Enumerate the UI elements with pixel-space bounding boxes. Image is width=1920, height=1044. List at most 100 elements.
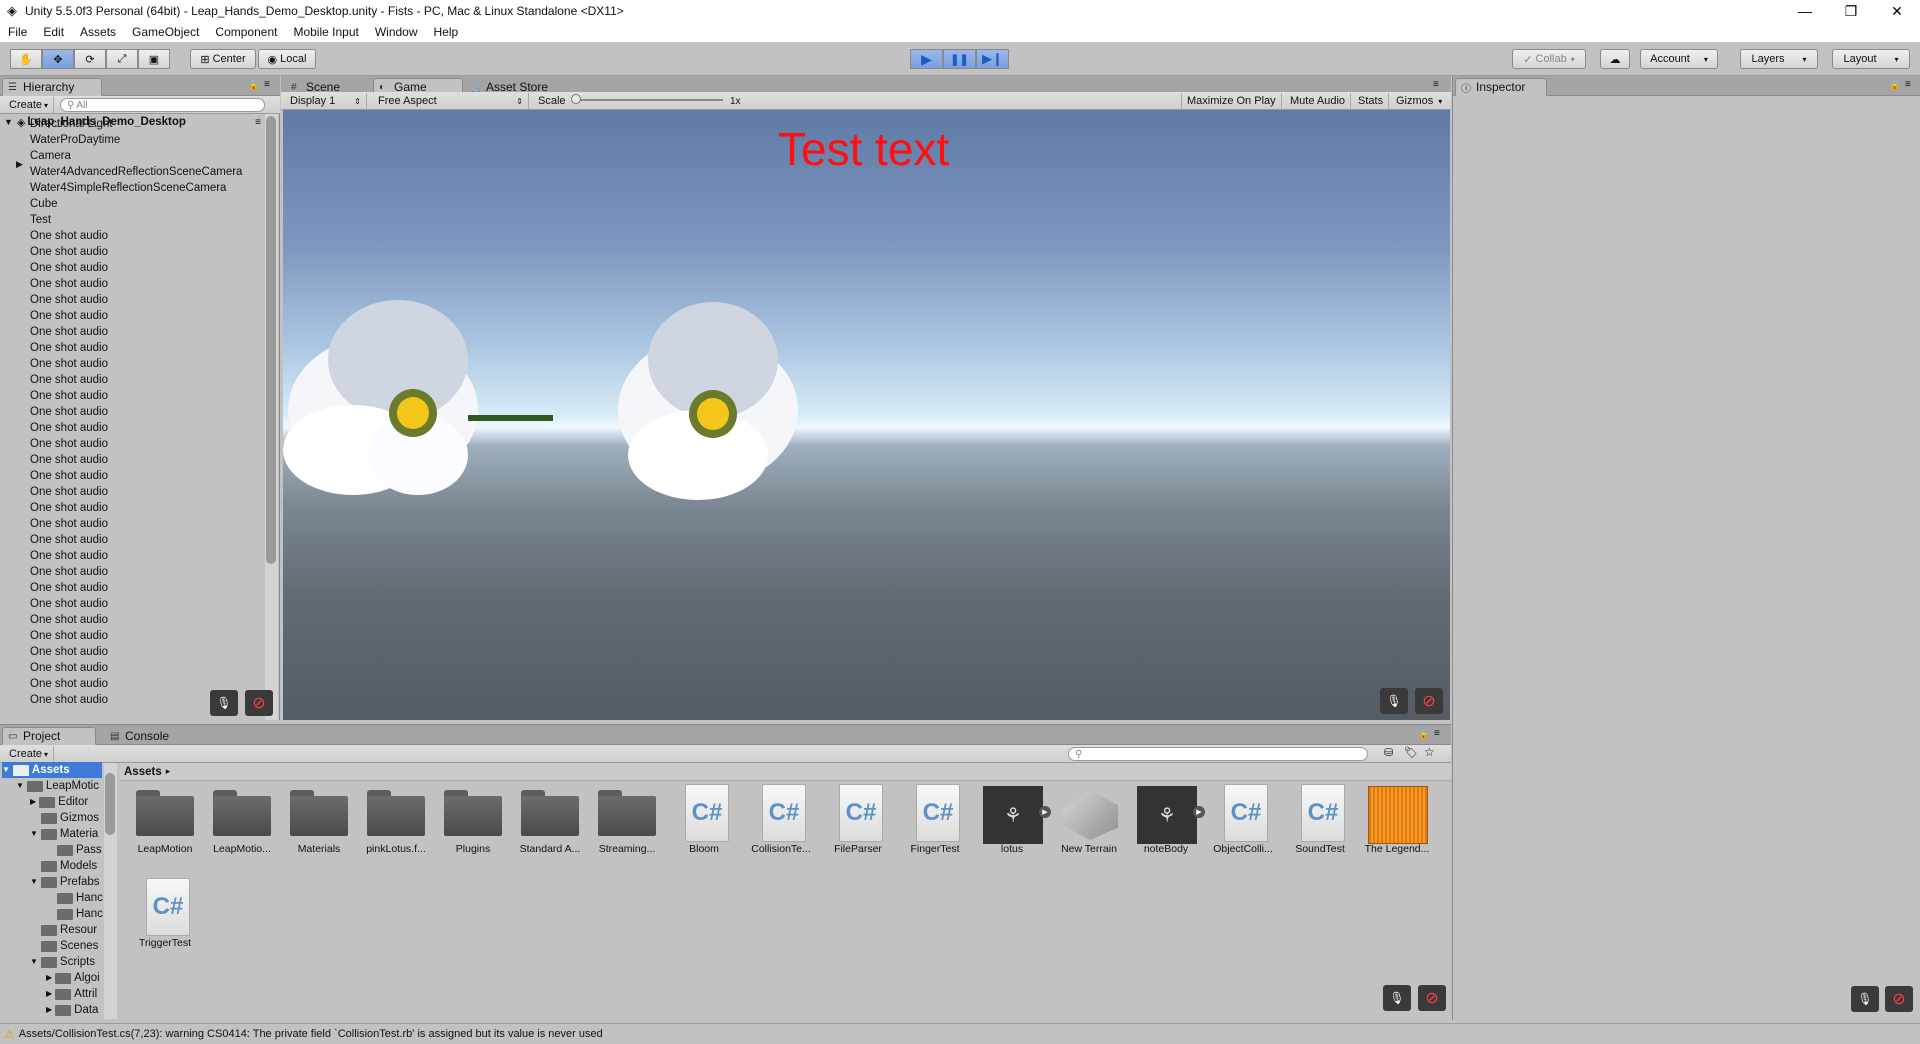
restore-button[interactable]: ❐ xyxy=(1828,0,1874,22)
hierarchy-item[interactable]: One shot audio xyxy=(0,356,265,372)
project-search-input[interactable]: ⚲ xyxy=(1068,747,1368,761)
hierarchy-item[interactable]: One shot audio xyxy=(0,516,265,532)
hierarchy-item[interactable]: One shot audio xyxy=(0,484,265,500)
asset-model[interactable]: ⚘ ▶ lotus xyxy=(975,780,1051,860)
rotate-tool-button[interactable]: ⟳ xyxy=(74,49,106,69)
hierarchy-create-button[interactable]: Create ▾ xyxy=(4,97,55,113)
menu-assets[interactable]: Assets xyxy=(72,25,124,39)
menu-window[interactable]: Window xyxy=(367,25,426,39)
hierarchy-item[interactable]: Cube xyxy=(0,196,265,212)
hierarchy-scrollbar[interactable] xyxy=(265,114,278,720)
asset-script[interactable]: C# FileParser xyxy=(821,780,895,860)
hierarchy-item[interactable]: One shot audio xyxy=(0,388,265,404)
asset-folder[interactable]: LeapMotio... xyxy=(205,780,279,860)
expand-arrow-icon[interactable]: ▶ xyxy=(1193,806,1205,818)
pause-button[interactable]: ❚❚ xyxy=(943,49,976,69)
tree-item[interactable]: Scenes xyxy=(41,938,98,954)
asset-folder[interactable]: Plugins xyxy=(436,780,510,860)
label-tag-icon[interactable]: 🏷 xyxy=(1404,746,1418,759)
lock-icon[interactable]: 🔒 xyxy=(248,80,259,91)
hierarchy-item[interactable]: One shot audio xyxy=(0,596,265,612)
record-stop-icon[interactable]: ⊘ xyxy=(1885,986,1913,1012)
tree-item-assets[interactable]: ▼ Assets xyxy=(2,762,102,778)
hierarchy-item[interactable]: One shot audio xyxy=(0,644,265,660)
hierarchy-item[interactable]: One shot audio xyxy=(0,612,265,628)
hierarchy-item[interactable]: One shot audio xyxy=(0,228,265,244)
microphone-icon[interactable]: 🎙 xyxy=(1383,985,1411,1011)
scale-slider-thumb[interactable] xyxy=(571,94,581,104)
hierarchy-item[interactable]: One shot audio xyxy=(0,308,265,324)
tree-item[interactable]: Pass xyxy=(57,842,102,858)
asset-audio[interactable]: The Legend... xyxy=(1360,780,1434,860)
tree-item[interactable]: Models xyxy=(41,858,97,874)
hierarchy-item[interactable]: One shot audio xyxy=(0,452,265,468)
layout-dropdown[interactable]: Layout ▾ xyxy=(1832,49,1910,69)
hierarchy-item[interactable]: One shot audio xyxy=(0,372,265,388)
hierarchy-item[interactable]: One shot audio xyxy=(0,324,265,340)
project-create-button[interactable]: Create ▾ xyxy=(4,746,55,762)
asset-terrain[interactable]: New Terrain xyxy=(1052,780,1126,860)
hierarchy-item[interactable]: One shot audio xyxy=(0,500,265,516)
hierarchy-item[interactable]: Water4AdvancedReflectionSceneCamera xyxy=(0,164,265,180)
panel-menu-icon[interactable]: ≡ xyxy=(1433,79,1439,90)
space-local-button[interactable]: ◉ Local xyxy=(258,49,316,69)
gizmos-toggle[interactable]: Gizmos ▾ xyxy=(1391,93,1447,109)
status-bar[interactable]: ⚠ Assets/CollisionTest.cs(7,23): warning… xyxy=(0,1023,1920,1044)
microphone-icon[interactable]: 🎙 xyxy=(1380,688,1408,714)
display-dropdown[interactable]: Display 1 ⇕ xyxy=(285,93,367,109)
account-dropdown[interactable]: Account ▾ xyxy=(1640,49,1718,69)
hierarchy-item[interactable]: One shot audio xyxy=(0,628,265,644)
hierarchy-item[interactable]: Water4SimpleReflectionSceneCamera xyxy=(0,180,265,196)
tree-item[interactable]: ▶ Algoi xyxy=(46,970,100,986)
move-tool-button[interactable]: ✥ xyxy=(42,49,74,69)
hierarchy-item[interactable]: One shot audio xyxy=(0,260,265,276)
step-button[interactable]: ▶❙ xyxy=(976,49,1009,69)
asset-folder[interactable]: LeapMotion xyxy=(128,780,202,860)
hierarchy-item[interactable]: One shot audio xyxy=(0,660,265,676)
maximize-on-play-toggle[interactable]: Maximize On Play xyxy=(1181,93,1282,109)
expand-arrow-icon[interactable]: ▶ xyxy=(1039,806,1051,818)
hierarchy-item[interactable]: One shot audio xyxy=(0,244,265,260)
asset-folder[interactable]: Standard A... xyxy=(513,780,587,860)
tab-hierarchy[interactable]: ☰ Hierarchy xyxy=(2,78,102,96)
asset-script[interactable]: C# SoundTest xyxy=(1283,780,1357,860)
hierarchy-item[interactable]: One shot audio xyxy=(0,404,265,420)
minimize-button[interactable]: — xyxy=(1782,0,1828,22)
hierarchy-item[interactable]: WaterProDaytime xyxy=(0,132,265,148)
favorite-star-icon[interactable]: ☆ xyxy=(1424,745,1435,759)
lock-icon[interactable]: 🔒 xyxy=(1418,729,1429,740)
pivot-center-button[interactable]: ⊞ Center xyxy=(190,49,256,69)
asset-script[interactable]: C# ObjectColli... xyxy=(1206,780,1280,860)
cloud-button[interactable]: ☁ xyxy=(1600,49,1630,69)
hierarchy-item[interactable]: One shot audio xyxy=(0,692,265,708)
asset-folder[interactable]: Streaming... xyxy=(590,780,664,860)
menu-file[interactable]: File xyxy=(0,25,35,39)
menu-mobile-input[interactable]: Mobile Input xyxy=(285,25,366,39)
game-viewport[interactable]: Test text 🎙 ⊘ xyxy=(283,110,1450,720)
asset-script[interactable]: C# TriggerTest xyxy=(128,874,202,954)
panel-menu-icon[interactable]: ≡ xyxy=(1905,79,1911,90)
hierarchy-item[interactable]: One shot audio xyxy=(0,580,265,596)
filter-type-icon[interactable]: ⛁ xyxy=(1384,746,1393,759)
tree-item[interactable]: ▼ Scripts xyxy=(30,954,95,970)
hand-tool-button[interactable]: ✋ xyxy=(10,49,42,69)
hierarchy-item[interactable]: One shot audio xyxy=(0,676,265,692)
tab-project[interactable]: ▭ Project xyxy=(2,727,96,745)
asset-script[interactable]: C# Bloom xyxy=(667,780,741,860)
tree-item[interactable]: ▶ Data xyxy=(46,1002,98,1018)
hierarchy-item[interactable]: One shot audio xyxy=(0,340,265,356)
play-button[interactable]: ▶ xyxy=(910,49,943,69)
hierarchy-search-input[interactable]: ⚲ All xyxy=(60,98,265,112)
aspect-dropdown[interactable]: Free Aspect ⇕ xyxy=(373,93,529,109)
hierarchy-item[interactable]: Test xyxy=(0,212,265,228)
hierarchy-item[interactable]: One shot audio xyxy=(0,276,265,292)
menu-component[interactable]: Component xyxy=(207,25,285,39)
tab-console[interactable]: ▤ Console xyxy=(104,727,200,745)
menu-help[interactable]: Help xyxy=(426,25,467,39)
panel-menu-icon[interactable]: ≡ xyxy=(264,79,270,90)
tree-item[interactable]: ▶ Attril xyxy=(46,986,97,1002)
tree-item[interactable]: Hanc xyxy=(57,890,103,906)
hierarchy-item[interactable]: One shot audio xyxy=(0,548,265,564)
mute-audio-toggle[interactable]: Mute Audio xyxy=(1285,93,1352,109)
hierarchy-item[interactable]: One shot audio xyxy=(0,564,265,580)
